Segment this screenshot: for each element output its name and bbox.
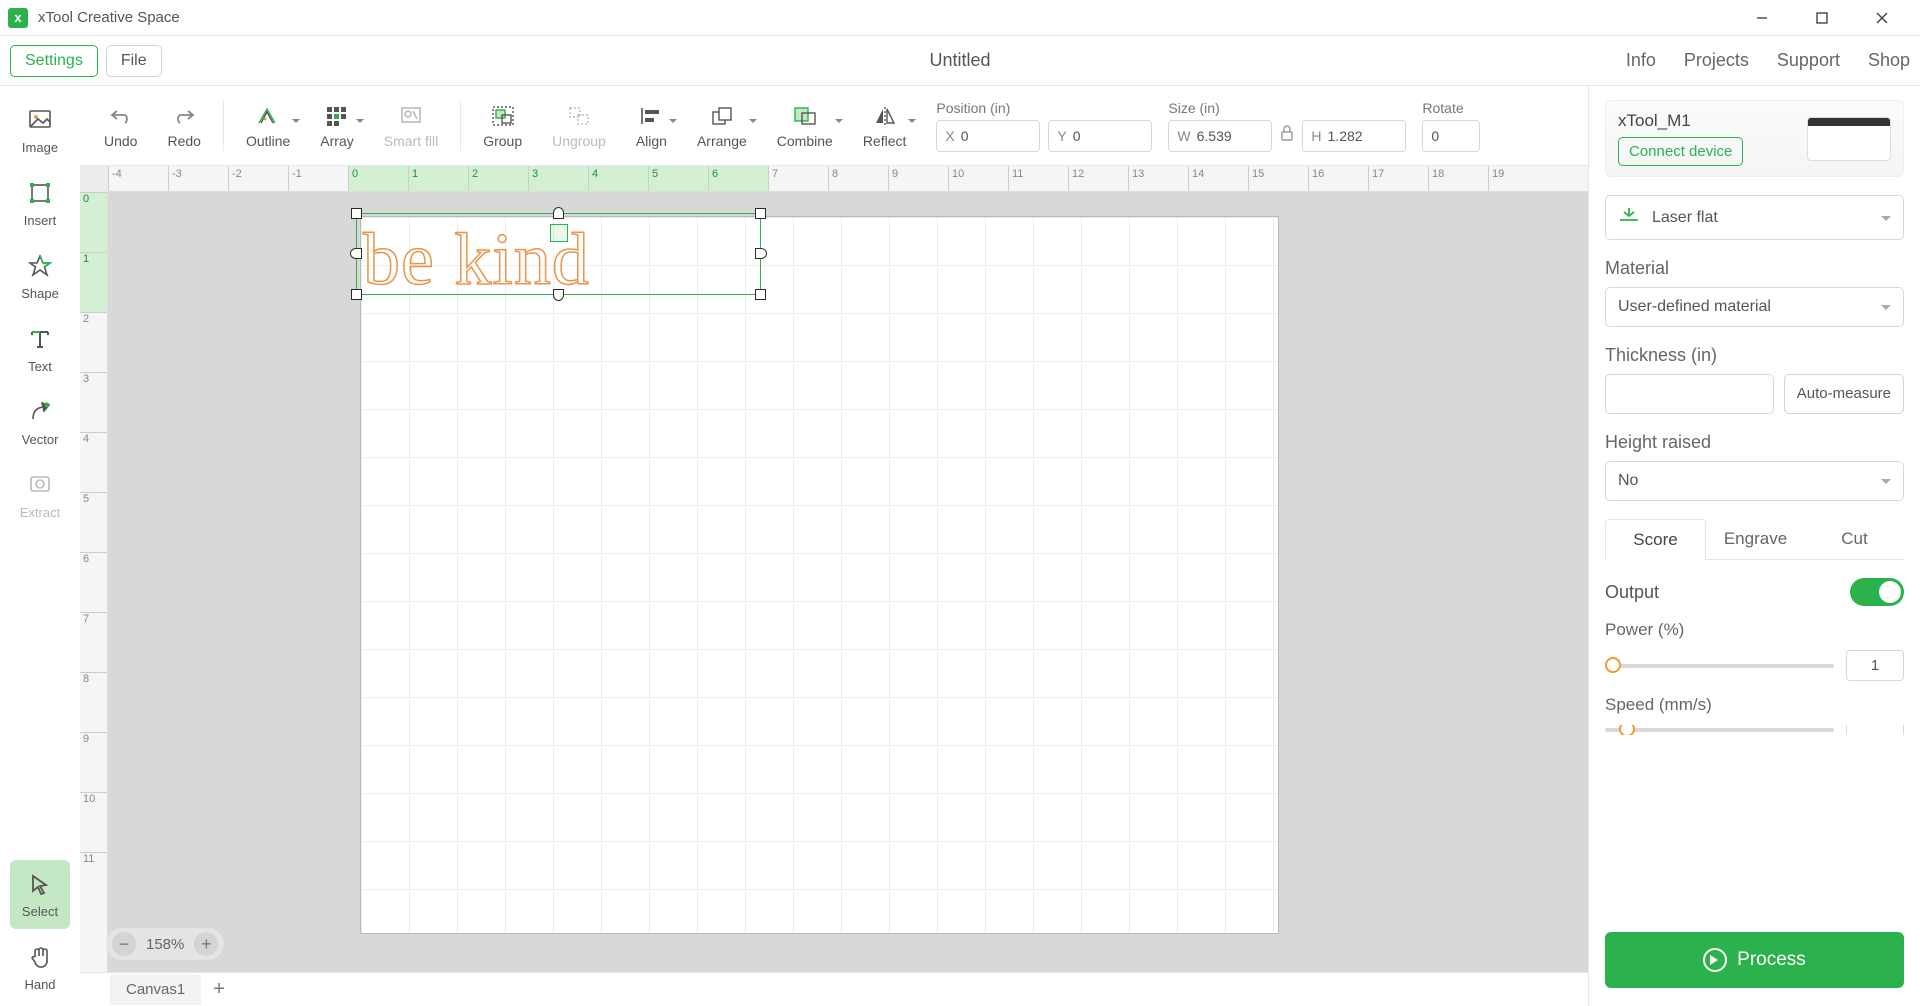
position-group: Position (in) X0 Y0 (936, 100, 1152, 152)
zoom-value[interactable]: 158% (146, 936, 184, 953)
tool-shape[interactable]: Shape (10, 242, 70, 311)
process-mode-tabs: Score Engrave Cut (1605, 519, 1904, 560)
canvas-tabs: Canvas1 + (80, 972, 1588, 1006)
add-canvas-button[interactable]: + (201, 974, 237, 1005)
file-button[interactable]: File (106, 45, 162, 77)
size-group: Size (in) W6.539 H1.282 (1168, 100, 1406, 152)
rotate-handle[interactable] (550, 224, 568, 242)
zoom-out-button[interactable]: − (112, 932, 136, 956)
output-toggle[interactable] (1850, 578, 1904, 606)
height-raised-label: Height raised (1605, 432, 1904, 453)
speed-value-input[interactable] (1846, 725, 1904, 735)
combine-button[interactable]: Combine (763, 97, 847, 155)
tool-image[interactable]: Image (10, 96, 70, 165)
tool-vector[interactable]: Vector (10, 388, 70, 457)
material-label: Material (1605, 258, 1904, 279)
power-value-input[interactable]: 1 (1846, 650, 1904, 681)
app-title: xTool Creative Space (38, 9, 1732, 26)
speed-slider-thumb[interactable] (1619, 725, 1635, 735)
process-button[interactable]: Process (1605, 932, 1904, 988)
zoom-in-button[interactable]: + (194, 932, 218, 956)
array-button[interactable]: Array (306, 97, 367, 155)
resize-handle-mr[interactable] (755, 248, 767, 259)
resize-handle-ml[interactable] (350, 248, 362, 259)
rotate-input[interactable]: 0 (1422, 120, 1480, 152)
reflect-button[interactable]: Reflect (849, 97, 921, 155)
canvas-workspace[interactable]: -4-3-2-1012345678910111213141516171819 0… (80, 166, 1588, 1006)
mode-select[interactable]: Laser flat (1605, 195, 1904, 240)
tab-engrave[interactable]: Engrave (1706, 519, 1805, 560)
position-x-input[interactable]: X0 (936, 120, 1040, 152)
app-icon: x (8, 8, 28, 28)
zoom-control: − 158% + (106, 928, 224, 960)
window-titlebar: x xTool Creative Space (0, 0, 1920, 36)
tab-cut[interactable]: Cut (1805, 519, 1904, 560)
smartfill-button[interactable]: Smart fill (370, 97, 452, 155)
tool-text[interactable]: Text (10, 315, 70, 384)
height-raised-select[interactable]: No (1605, 461, 1904, 501)
position-y-input[interactable]: Y0 (1048, 120, 1152, 152)
resize-handle-tr[interactable] (755, 208, 766, 219)
nav-shop[interactable]: Shop (1868, 50, 1910, 71)
power-label: Power (%) (1605, 620, 1904, 640)
tab-score[interactable]: Score (1605, 519, 1706, 560)
minimize-button[interactable] (1732, 0, 1792, 36)
resize-handle-br[interactable] (755, 289, 766, 300)
resize-handle-bl[interactable] (351, 289, 362, 300)
power-slider[interactable] (1605, 664, 1834, 668)
resize-handle-bm[interactable] (553, 289, 564, 301)
vertical-ruler: 01234567891011 (80, 192, 108, 972)
maximize-button[interactable] (1792, 0, 1852, 36)
outline-button[interactable]: Outline (232, 97, 304, 155)
connect-device-button[interactable]: Connect device (1618, 137, 1743, 166)
nav-info[interactable]: Info (1626, 50, 1656, 71)
arrange-button[interactable]: Arrange (683, 97, 761, 155)
horizontal-ruler: -4-3-2-1012345678910111213141516171819 (108, 166, 1588, 192)
size-w-input[interactable]: W6.539 (1168, 120, 1272, 152)
nav-support[interactable]: Support (1777, 50, 1840, 71)
size-h-input[interactable]: H1.282 (1302, 120, 1406, 152)
output-label: Output (1605, 582, 1659, 603)
resize-handle-tl[interactable] (351, 208, 362, 219)
rotate-group: Rotate 0 (1422, 100, 1480, 152)
artboard[interactable] (360, 216, 1279, 934)
selection-bounds[interactable] (356, 213, 761, 295)
thickness-input[interactable] (1605, 374, 1774, 414)
align-button[interactable]: Align (622, 97, 681, 155)
resize-handle-tm[interactable] (553, 207, 564, 219)
undo-button[interactable]: Undo (90, 97, 151, 155)
left-tool-rail: Image Insert Shape Text Vector Extract S… (0, 86, 80, 1006)
nav-projects[interactable]: Projects (1684, 50, 1749, 71)
power-slider-thumb[interactable] (1605, 657, 1621, 673)
material-select[interactable]: User-defined material (1605, 287, 1904, 327)
tool-hand[interactable]: Hand (10, 933, 70, 1002)
device-image (1807, 117, 1891, 161)
settings-button[interactable]: Settings (10, 45, 98, 77)
speed-slider[interactable] (1605, 728, 1834, 732)
auto-measure-button[interactable]: Auto-measure (1784, 374, 1904, 414)
redo-button[interactable]: Redo (153, 97, 214, 155)
tool-select[interactable]: Select (10, 860, 70, 929)
tool-insert[interactable]: Insert (10, 169, 70, 238)
lock-aspect-icon[interactable] (1280, 125, 1294, 146)
speed-label: Speed (mm/s) (1605, 695, 1904, 715)
document-title: Untitled (929, 50, 990, 71)
tool-extract[interactable]: Extract (10, 461, 70, 530)
canvas-tab-1[interactable]: Canvas1 (110, 974, 201, 1005)
right-panel: xTool_M1 Connect device Laser flat Mater… (1588, 86, 1920, 1006)
ungroup-button[interactable]: Ungroup (538, 97, 620, 155)
menu-bar: Settings File Untitled Info Projects Sup… (0, 36, 1920, 86)
thickness-label: Thickness (in) (1605, 345, 1904, 366)
play-icon (1703, 948, 1727, 972)
device-name: xTool_M1 (1618, 111, 1743, 131)
top-toolbar: Undo Redo Outline Array Smart fill Group… (80, 86, 1588, 166)
laser-flat-icon (1618, 206, 1640, 229)
group-button[interactable]: Group (469, 97, 536, 155)
close-button[interactable] (1852, 0, 1912, 36)
device-card: xTool_M1 Connect device (1605, 100, 1904, 177)
